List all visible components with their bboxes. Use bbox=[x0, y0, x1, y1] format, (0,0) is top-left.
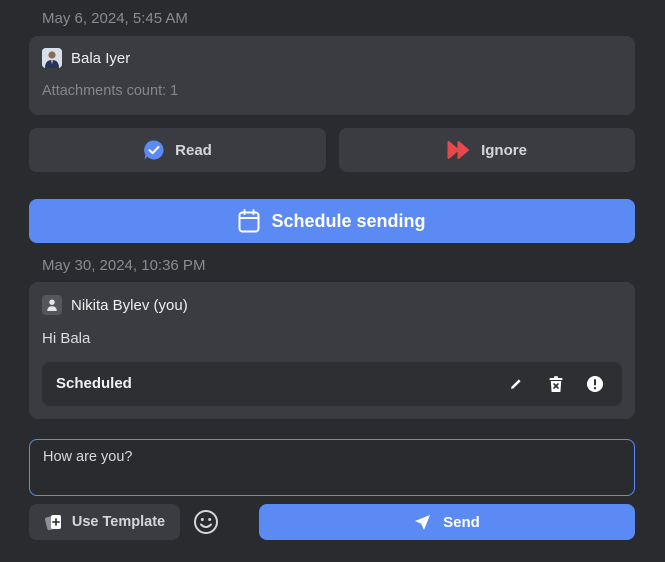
user-icon bbox=[47, 299, 57, 311]
message-sender: Bala Iyer bbox=[42, 48, 130, 68]
ignore-button-label: Ignore bbox=[481, 141, 527, 159]
avatar bbox=[42, 48, 62, 68]
calendar-icon bbox=[238, 209, 260, 233]
scheduled-status-bar: Scheduled bbox=[42, 362, 622, 406]
scheduled-status: Scheduled bbox=[56, 375, 132, 392]
schedule-sending-button[interactable]: Schedule sending bbox=[29, 199, 635, 243]
read-button[interactable]: Read bbox=[29, 128, 326, 172]
avatar bbox=[42, 295, 62, 315]
send-button-label: Send bbox=[443, 513, 480, 531]
sender-name: Nikita Bylev (you) bbox=[71, 296, 188, 314]
message-card: Nikita Bylev (you) Hi Bala Scheduled bbox=[29, 282, 635, 419]
paper-plane-icon bbox=[414, 514, 431, 531]
schedule-sending-label: Schedule sending bbox=[271, 210, 426, 231]
message-timestamp: May 30, 2024, 10:36 PM bbox=[42, 257, 206, 274]
chat-bubble-check-icon bbox=[143, 139, 165, 161]
use-template-label: Use Template bbox=[71, 514, 166, 530]
reply-input[interactable] bbox=[29, 439, 635, 496]
cards-plus-icon bbox=[44, 512, 64, 532]
attachments-count: Attachments count: 1 bbox=[42, 83, 179, 99]
pencil-icon[interactable] bbox=[505, 373, 527, 395]
message-timestamp: May 6, 2024, 5:45 AM bbox=[42, 10, 188, 27]
message-card: Bala Iyer Attachments count: 1 bbox=[29, 36, 635, 115]
ignore-button[interactable]: Ignore bbox=[339, 128, 635, 172]
message-body: Hi Bala bbox=[42, 330, 91, 347]
user-photo-icon bbox=[42, 48, 62, 68]
trash-icon[interactable] bbox=[545, 373, 567, 395]
exclamation-circle-icon[interactable] bbox=[584, 373, 606, 395]
read-button-label: Read bbox=[175, 141, 212, 159]
send-button[interactable]: Send bbox=[259, 504, 635, 540]
fast-forward-icon bbox=[447, 140, 471, 160]
message-sender: Nikita Bylev (you) bbox=[42, 295, 188, 315]
sender-name: Bala Iyer bbox=[71, 49, 131, 67]
use-template-button[interactable]: Use Template bbox=[29, 504, 180, 540]
smiley-icon[interactable] bbox=[193, 509, 219, 535]
